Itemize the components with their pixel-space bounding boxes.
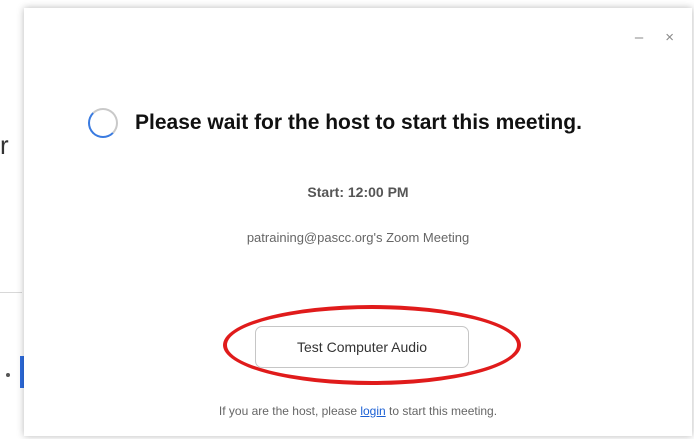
dialog-title: Please wait for the host to start this m… (135, 111, 582, 134)
background-text-fragment: r (0, 130, 9, 160)
background-divider (0, 292, 22, 293)
background-dot (6, 373, 10, 377)
waiting-for-host-dialog: – × Please wait for the host to start th… (24, 8, 692, 436)
loading-spinner-icon (88, 108, 118, 138)
meeting-start-time: Start: 12:00 PM (307, 184, 409, 200)
footer-suffix: to start this meeting. (385, 404, 498, 418)
host-login-note: If you are the host, please login to sta… (24, 404, 692, 418)
footer-prefix: If you are the host, please (218, 404, 361, 418)
title-row: Please wait for the host to start this m… (88, 108, 582, 138)
meeting-name: patraining@pascc.org's Zoom Meeting (246, 230, 470, 245)
login-link[interactable]: login (360, 404, 385, 418)
test-computer-audio-button[interactable]: Test Computer Audio (255, 326, 469, 368)
close-button[interactable]: × (665, 30, 674, 45)
minimize-button[interactable]: – (635, 30, 643, 45)
window-controls: – × (635, 30, 674, 45)
